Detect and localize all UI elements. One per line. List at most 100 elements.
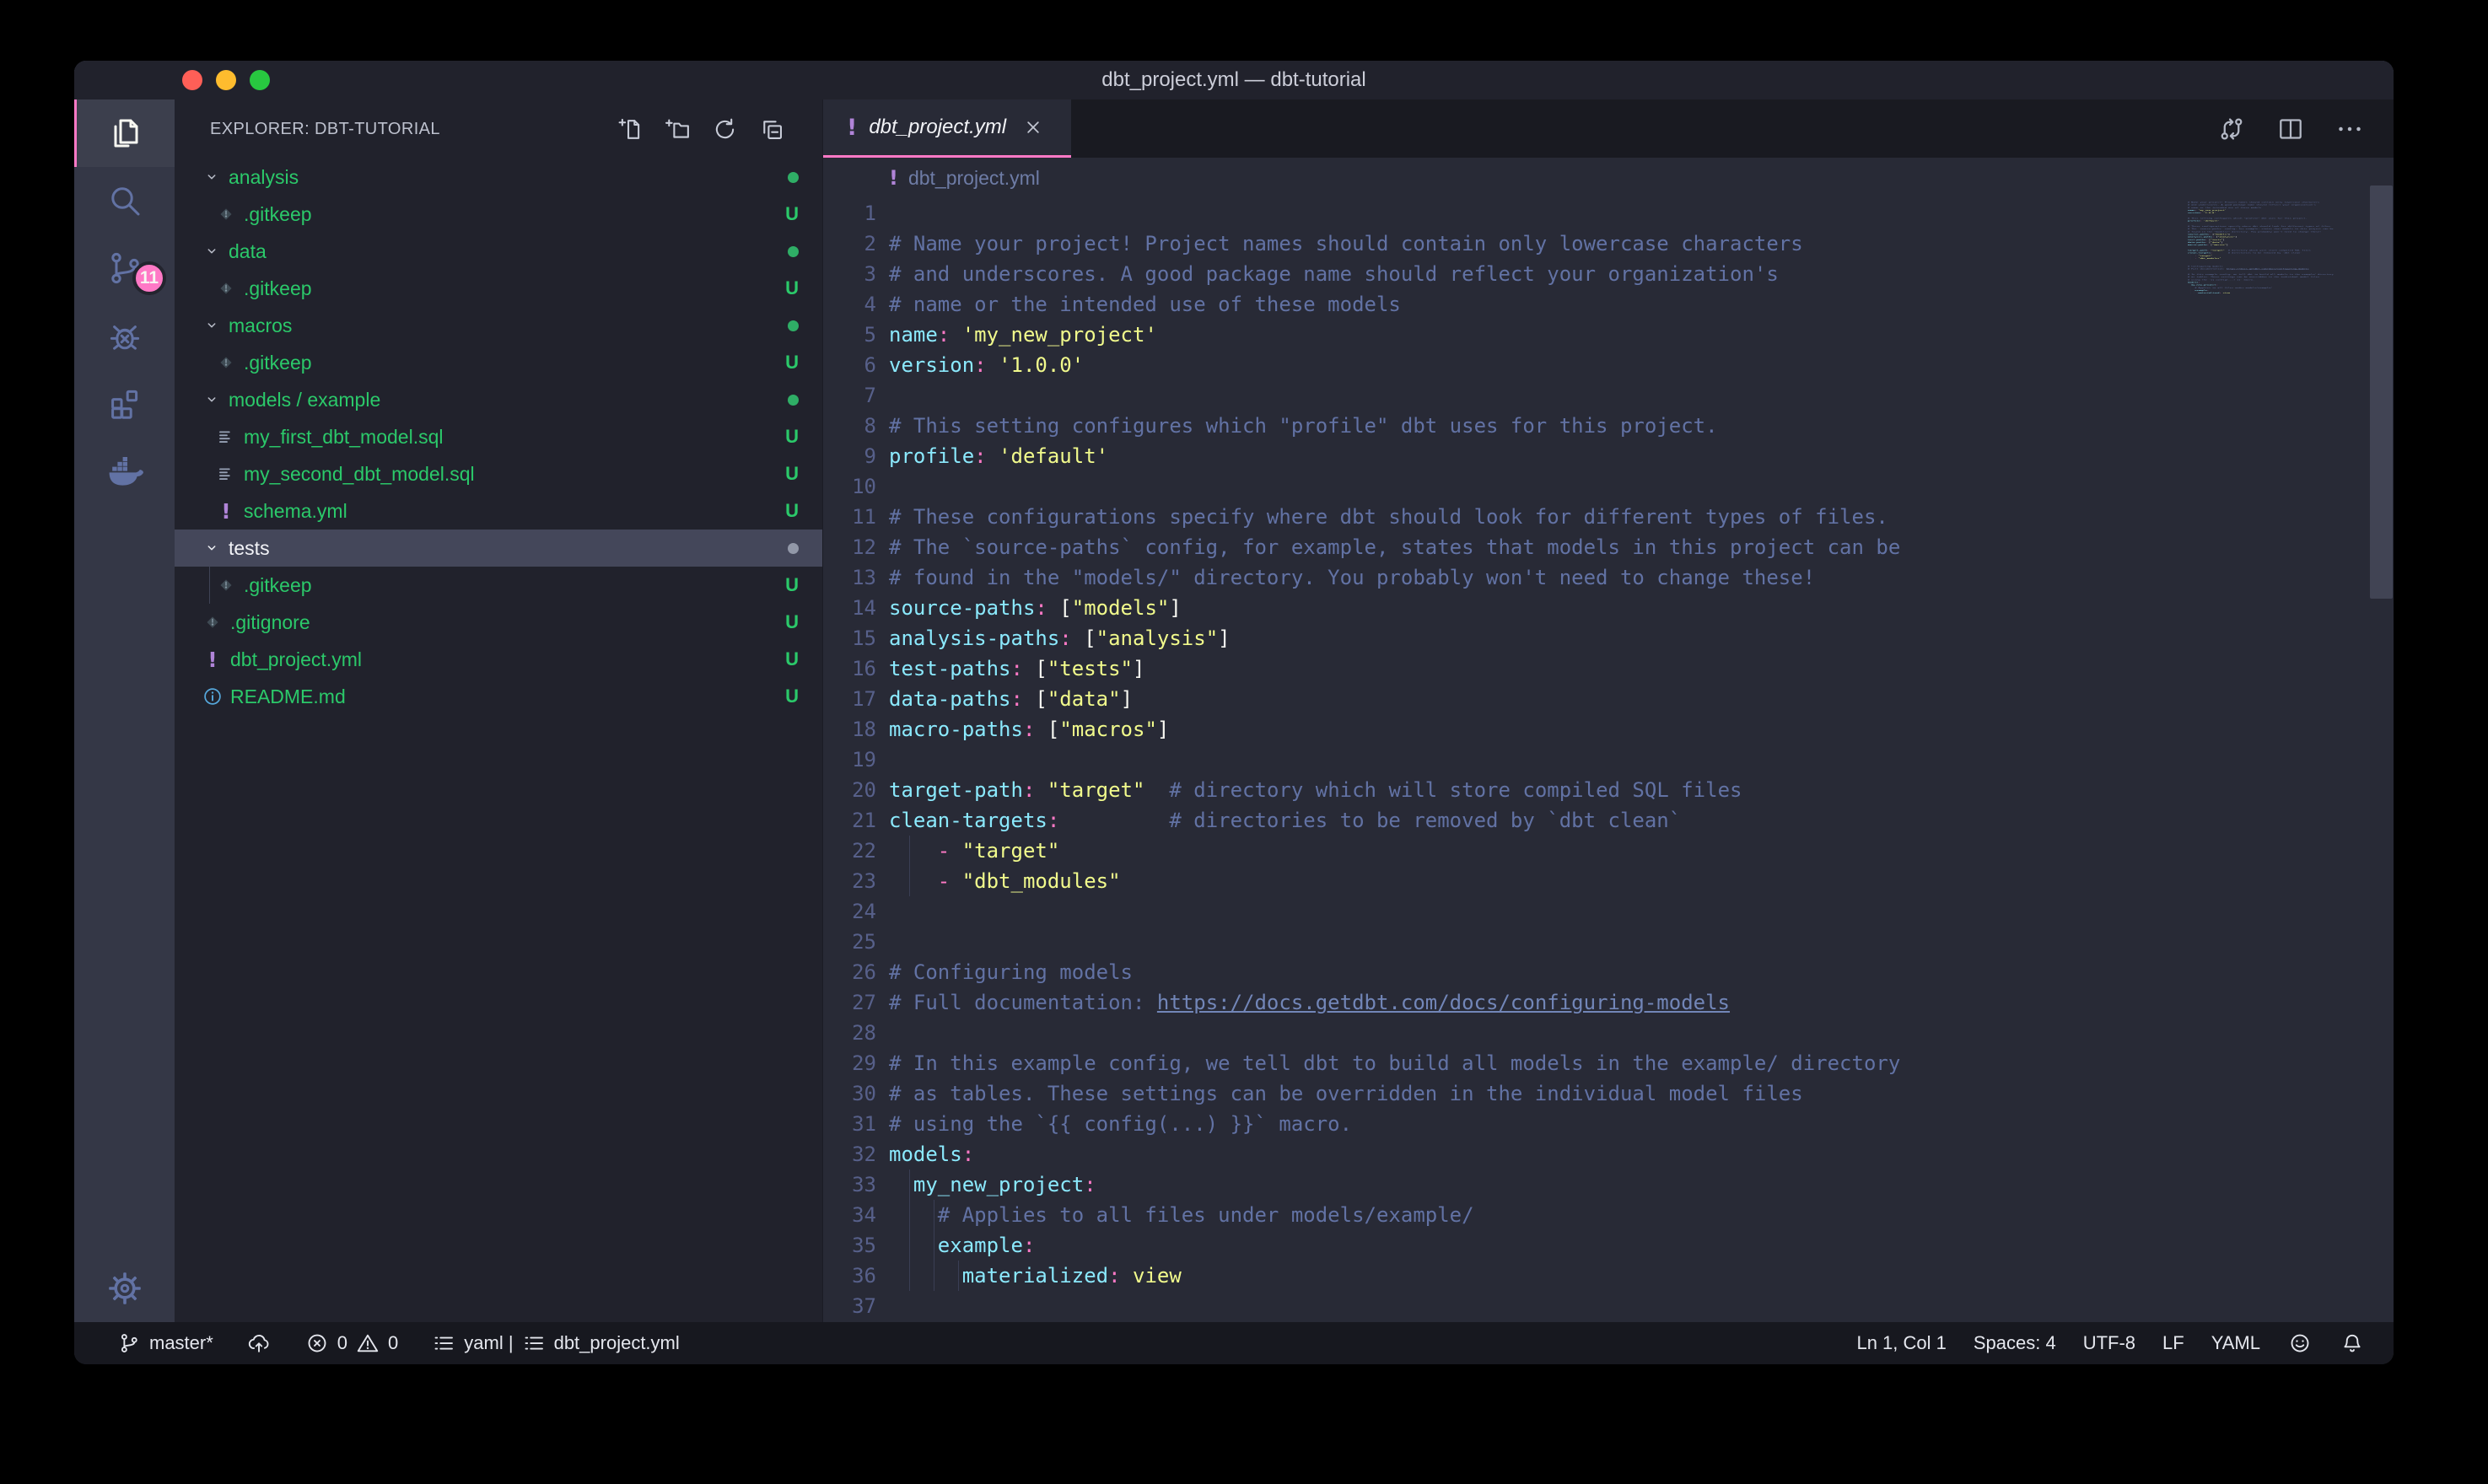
- new-file-icon[interactable]: [613, 112, 647, 146]
- git-untracked-badge: U: [785, 277, 822, 299]
- yaml-schema-status[interactable]: yaml |dbt_project.yml: [431, 1331, 679, 1356]
- line-number: 19: [823, 745, 876, 775]
- eol[interactable]: LF: [2162, 1332, 2184, 1354]
- yaml-file-icon: !: [215, 500, 237, 522]
- status-item-label: 0: [337, 1332, 347, 1354]
- code-line-24: [889, 896, 2394, 927]
- code-line-6: version: '1.0.0': [889, 350, 2394, 380]
- editor-group: ! dbt_project.yml ! dbt_project.yml 1234…: [822, 99, 2394, 1322]
- line-number: 7: [823, 380, 876, 411]
- more-actions-icon[interactable]: [2331, 110, 2368, 148]
- status-left: master*00yaml |dbt_project.yml: [116, 1331, 705, 1356]
- code-line-23: - "dbt_modules": [889, 866, 2394, 896]
- window-title: dbt_project.yml — dbt-tutorial: [1101, 68, 1365, 92]
- feedback[interactable]: [2287, 1331, 2313, 1356]
- tree-file--gitkeep[interactable]: .gitkeepU: [175, 567, 822, 604]
- status-item-label: YAML: [2211, 1332, 2260, 1354]
- code-line-28: [889, 1018, 2394, 1048]
- activity-item-gear[interactable]: [74, 1255, 175, 1322]
- workbench: 11 EXPLORER: DBT-TUTORIAL analysis.gitke…: [74, 99, 2394, 1322]
- tree-file--gitignore[interactable]: .gitignoreU: [175, 604, 822, 641]
- publish-changes[interactable]: [246, 1331, 272, 1356]
- line-number: 3: [823, 259, 876, 289]
- zoom-window-button[interactable]: [250, 70, 270, 90]
- doc-link[interactable]: https://docs.getdbt.com/docs/configuring…: [1157, 991, 1730, 1014]
- line-number: 32: [823, 1139, 876, 1169]
- indent-guide: [909, 1230, 910, 1261]
- code-line-35: example:: [889, 1230, 2394, 1261]
- activity-item-search[interactable]: [74, 167, 175, 234]
- tree-folder-tests[interactable]: tests: [175, 530, 822, 567]
- minimize-window-button[interactable]: [216, 70, 236, 90]
- breadcrumb-item[interactable]: dbt_project.yml: [908, 167, 1040, 190]
- tree-file--gitkeep[interactable]: .gitkeep U: [175, 270, 822, 307]
- yaml-file-icon: !: [202, 648, 223, 670]
- tree-item-label: .gitkeep: [244, 352, 312, 374]
- cursor-position[interactable]: Ln 1, Col 1: [1856, 1332, 1946, 1354]
- activity-item-files[interactable]: [74, 99, 175, 167]
- code-token: example: [938, 1234, 1023, 1257]
- tree-file-dbt-project-yml[interactable]: !dbt_project.ymlU: [175, 641, 822, 678]
- tree-folder-data[interactable]: data: [175, 233, 822, 270]
- status-item-label: 0: [388, 1332, 398, 1354]
- tab-dbt-project-yml[interactable]: ! dbt_project.yml: [823, 99, 1071, 158]
- activity-item-debug[interactable]: [74, 302, 175, 369]
- code-token: [889, 1203, 938, 1227]
- open-changes-icon[interactable]: [2213, 110, 2250, 148]
- refresh-icon[interactable]: [708, 112, 741, 146]
- code-token: :: [1059, 626, 1071, 650]
- line-number: 33: [823, 1169, 876, 1200]
- tree-file-schema-yml[interactable]: !schema.ymlU: [175, 492, 822, 530]
- code-line-11: # These configurations specify where dbt…: [889, 502, 2394, 532]
- git-branch-status[interactable]: master*: [116, 1331, 213, 1356]
- encoding[interactable]: UTF-8: [2083, 1332, 2135, 1354]
- code-token: ]: [1218, 626, 1230, 650]
- line-number: 4: [823, 289, 876, 320]
- code-token: [: [1023, 687, 1047, 711]
- tree-file-my-first-dbt-model-sql[interactable]: my_first_dbt_model.sqlU: [175, 418, 822, 455]
- indentation[interactable]: Spaces: 4: [1974, 1332, 2056, 1354]
- git-untracked-badge: U: [785, 611, 822, 633]
- close-tab-icon[interactable]: [1021, 116, 1045, 139]
- code-line-12: # The `source-paths` config, for example…: [889, 532, 2394, 562]
- new-folder-icon[interactable]: [660, 112, 694, 146]
- code-line-27: # Full documentation: https://docs.getdb…: [889, 987, 2394, 1018]
- notifications[interactable]: [2340, 1331, 2365, 1356]
- error-icon: [304, 1331, 330, 1356]
- tree-item-label: .gitkeep: [244, 277, 312, 300]
- collapse-all-icon[interactable]: [755, 112, 789, 146]
- title-bar[interactable]: dbt_project.yml — dbt-tutorial: [74, 61, 2394, 99]
- tree-folder-analysis[interactable]: analysis: [175, 159, 822, 196]
- status-item-label: Ln 1, Col 1: [1856, 1332, 1946, 1354]
- line-number: 10: [823, 471, 876, 502]
- activity-item-source-control[interactable]: 11: [74, 234, 175, 302]
- activity-item-docker[interactable]: [74, 437, 175, 504]
- tree-file-readme-md[interactable]: README.mdU: [175, 678, 822, 715]
- code-editor[interactable]: 1234567891011121314151617181920212223242…: [823, 198, 2394, 1322]
- code-line-8: # This setting configures which "profile…: [889, 411, 2394, 441]
- language-mode[interactable]: YAML: [2211, 1332, 2260, 1354]
- tree-file--gitkeep[interactable]: .gitkeepU: [175, 196, 822, 233]
- tree-folder-models-example[interactable]: models / example: [175, 381, 822, 418]
- tree-folder-macros[interactable]: macros: [175, 307, 822, 344]
- indent-guide: [909, 836, 910, 866]
- activity-item-extensions[interactable]: [74, 369, 175, 437]
- info-file-icon: [202, 686, 223, 707]
- tree-file-my-second-dbt-model-sql[interactable]: my_second_dbt_model.sqlU: [175, 455, 822, 492]
- debug-icon: [105, 315, 145, 356]
- chevron-down-icon: [202, 315, 222, 336]
- status-item-label: master*: [149, 1332, 213, 1354]
- problems-status[interactable]: 00: [304, 1331, 399, 1356]
- breadcrumb[interactable]: ! dbt_project.yml: [823, 158, 2394, 198]
- code-content[interactable]: # Name your project! Project names shoul…: [889, 198, 2394, 1322]
- editor-scrollbar[interactable]: [2370, 186, 2393, 599]
- line-number: 11: [823, 502, 876, 532]
- extensions-icon: [105, 383, 145, 423]
- split-editor-icon[interactable]: [2272, 110, 2309, 148]
- vscode-window: dbt_project.yml — dbt-tutorial 11 EXPLOR…: [74, 61, 2394, 1364]
- tree-file--gitkeep[interactable]: .gitkeepU: [175, 344, 822, 381]
- git-untracked-badge: U: [785, 203, 822, 225]
- close-window-button[interactable]: [182, 70, 202, 90]
- git-untracked-badge: U: [785, 463, 822, 485]
- code-token: :: [1023, 778, 1035, 802]
